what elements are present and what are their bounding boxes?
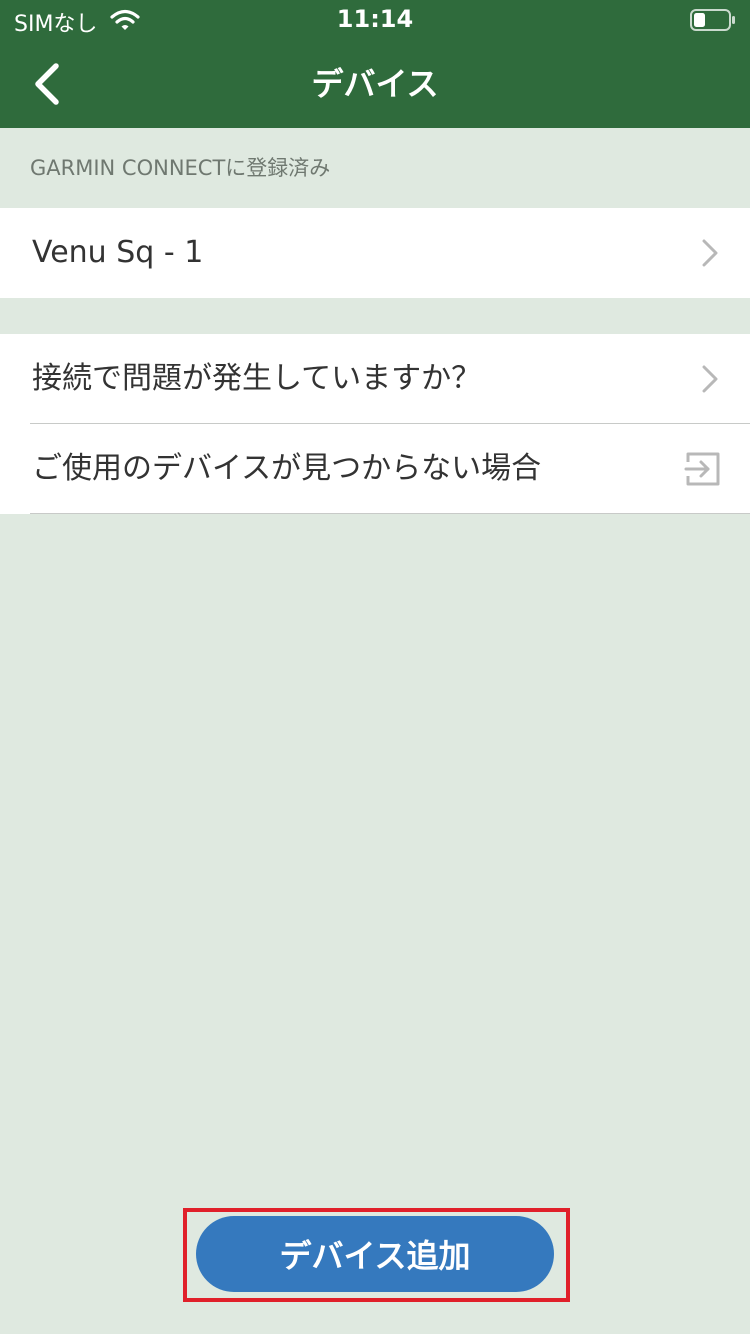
chevron-right-icon (702, 365, 718, 393)
chevron-left-icon (35, 63, 59, 105)
page-title: デバイス (311, 65, 439, 103)
connection-problem-label: 接続で問題が発生していますか？ (32, 361, 482, 396)
device-not-found-row[interactable]: ご使用のデバイスが見つからない場合 (0, 424, 750, 514)
status-bar: SIMなし 11:14 (0, 0, 750, 40)
device-name: Venu Sq - 1 (32, 235, 204, 270)
exit-icon (684, 452, 720, 486)
device-row-venu-sq[interactable]: Venu Sq - 1 (0, 208, 750, 298)
status-time: 11:14 (336, 5, 414, 33)
chevron-right-icon (702, 239, 718, 267)
battery-icon (690, 9, 735, 31)
back-button[interactable] (22, 52, 82, 116)
app-header: SIMなし 11:14 デバイス (0, 0, 750, 128)
registered-section-header: GARMIN CONNECTに登録済み (30, 156, 331, 180)
row-divider (30, 513, 750, 514)
connection-problem-row[interactable]: 接続で問題が発生していますか？ (0, 334, 750, 424)
navigation-bar: デバイス (0, 40, 750, 128)
device-not-found-label: ご使用のデバイスが見つからない場合 (32, 451, 542, 486)
add-device-button[interactable]: デバイス追加 (196, 1216, 554, 1292)
